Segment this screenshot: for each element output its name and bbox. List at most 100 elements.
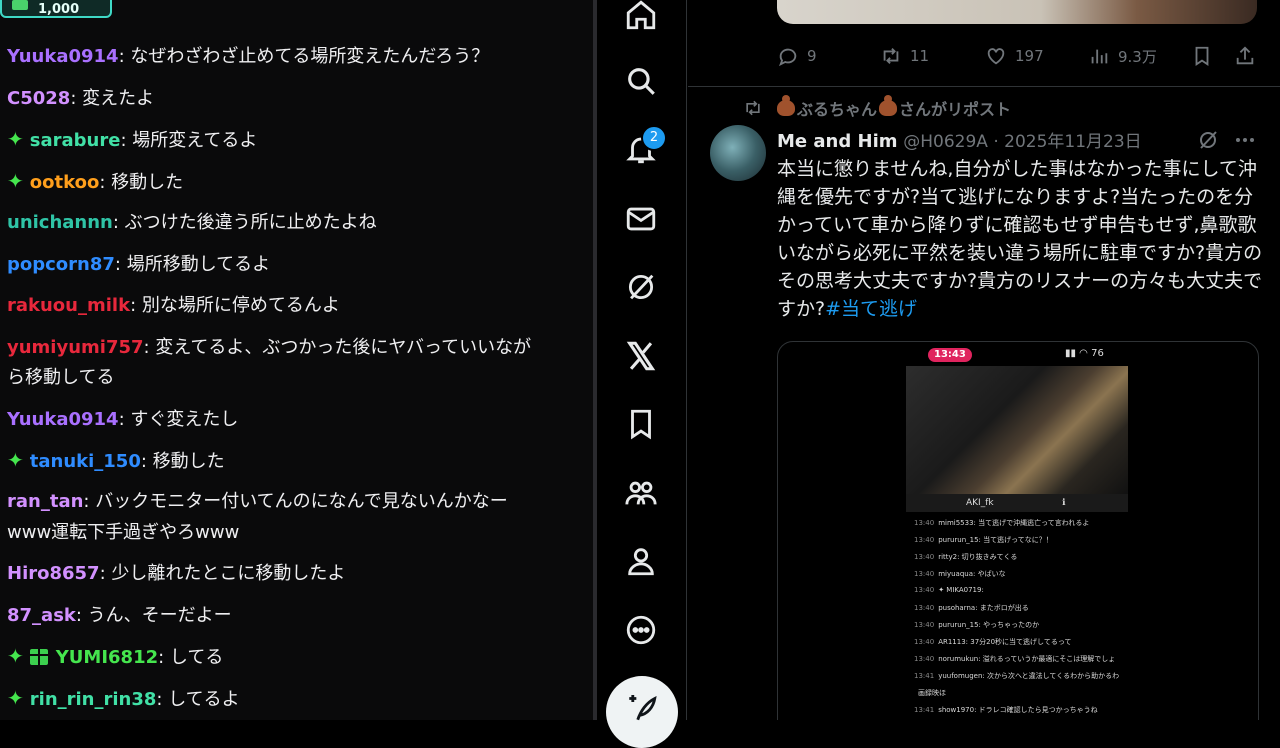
embedded-chat-time: 13:40	[914, 570, 935, 578]
chat-text: : すぐ変えたし	[118, 409, 239, 430]
feather-plus-icon	[629, 694, 657, 721]
repost-icon	[883, 48, 899, 64]
grok-icon	[1200, 131, 1217, 149]
mail-icon[interactable]	[620, 198, 662, 240]
chat-message: 87_ask: うん、そーだよー	[7, 600, 577, 631]
embedded-chat-text: show1970: ドラレコ確認したら見つかっちゃうね	[938, 706, 1098, 714]
embedded-chat-text: yuufomugen: 次から次へと違法してくるわから助かるわ	[938, 672, 1120, 680]
embedded-chat-time: 13:40	[914, 553, 935, 561]
post-media-screenshot[interactable]: 13:43 ▮▮ ◠ 76 AKI_fk ℹ 13:40 mimi5533: 当て…	[777, 341, 1259, 720]
chat-text: : 場所変えてるよ	[120, 130, 258, 151]
chat-username[interactable]: popcorn87	[7, 254, 115, 275]
embedded-chat-line: 13:41 yuufomugen: 次から次へと違法してくるわから助かるわ	[914, 671, 1119, 681]
profile-icon[interactable]	[620, 540, 662, 582]
chat-text: : ぶつけた後違う所に止めたよね	[112, 212, 377, 233]
reposter-name: ぶるちゃん	[797, 100, 878, 119]
embedded-chat-time: 13:40	[914, 536, 935, 544]
chat-text: : 変えたよ	[70, 88, 155, 109]
reposted-suffix: さんがリポスト	[899, 100, 1012, 119]
embedded-chat-line: 13:40 pusoharna: またボロが出る	[914, 603, 1029, 613]
chat-message: yumiyumi757: 変えてるよ、ぶつかった後にヤバっていいなが	[7, 332, 577, 363]
embedded-chat-time: 13:40	[914, 604, 935, 612]
chat-username[interactable]: rin_rin_rin38	[30, 689, 157, 710]
chat-message: ✦ sarabure: 場所変えてるよ	[7, 124, 577, 156]
chat-text: : うん、そーだよー	[75, 605, 232, 626]
chat-message: Hiro8657: 少し離れたとこに移動したよ	[7, 558, 577, 589]
sparkle-badge-icon: ✦	[7, 448, 24, 472]
points-value: 1,000	[38, 2, 80, 17]
bookmark-icon[interactable]	[620, 403, 662, 445]
chat-username[interactable]: C5028	[7, 88, 70, 109]
chat-text: : 別な場所に停めてるんよ	[130, 295, 340, 316]
share-button[interactable]	[1234, 40, 1264, 72]
chat-username[interactable]: ran_tan	[7, 491, 83, 512]
chat-username[interactable]: ootkoo	[30, 172, 100, 193]
chat-username[interactable]: 87_ask	[7, 605, 76, 626]
sparkle-badge-icon: ✦	[7, 644, 24, 668]
home-icon[interactable]	[620, 0, 662, 36]
poop-emoji-icon	[777, 95, 795, 116]
chat-username[interactable]: Hiro8657	[7, 563, 100, 584]
communities-icon[interactable]	[620, 472, 662, 514]
chat-text: : 場所移動してるよ	[114, 254, 271, 275]
chat-username[interactable]: unichannn	[7, 212, 113, 233]
author-name[interactable]: Me and Him	[777, 131, 898, 152]
like-count: 197	[1015, 47, 1044, 65]
embedded-chat-time: 13:40	[914, 519, 935, 527]
embedded-chat-text: mimi5533: 当て逃げで沖縄逃亡って言われるよ	[938, 519, 1090, 527]
stream-info-icon: ℹ	[1062, 498, 1066, 508]
embedded-chat-line: 13:40 pururun_15: やっちゃったのか	[914, 620, 1039, 630]
gift-badge-icon	[29, 649, 48, 665]
repost-count: 11	[910, 47, 930, 65]
repost-button[interactable]: 11	[880, 40, 929, 72]
embedded-chat-time: 13:40	[914, 655, 935, 663]
chat-username[interactable]: Yuuka0914	[7, 409, 119, 430]
chat-username[interactable]: yumiyumi757	[7, 337, 144, 358]
points-badge[interactable]: 1,000	[0, 0, 112, 18]
chat-message: ら移動してる	[7, 362, 577, 393]
embedded-chat-text: norumukun: 溢れるっていうか最適にそこは理解でしょ	[938, 655, 1116, 663]
chat-text: : 少し離れたとこに移動したよ	[99, 563, 346, 584]
chat-username[interactable]: YUMI6812	[56, 647, 158, 668]
chat-text: : なぜわざわざ止めてる場所変えたんだろう？	[118, 46, 490, 67]
reply-icon	[778, 48, 797, 67]
chat-message: ✦ ootkoo: 移動した	[7, 166, 577, 198]
chat-message: ran_tan: バックモニター付いてんのになんで見ないんかなー	[7, 486, 577, 517]
chat-username[interactable]: tanuki_150	[30, 451, 141, 472]
chat-username[interactable]: sarabure	[30, 130, 121, 151]
previous-post-image[interactable]	[777, 0, 1257, 24]
like-button[interactable]: 197	[985, 40, 1044, 72]
chat-message: Yuuka0914: すぐ変えたし	[7, 404, 577, 435]
embedded-chat-time: 13:40	[914, 638, 935, 646]
hashtag-link[interactable]: #当て逃げ	[825, 298, 917, 320]
grok-explain-button[interactable]	[1196, 128, 1220, 152]
timeline-feed: 9 11 197 9.3万 ぶるちゃん さんがリポスト Me and Him @…	[688, 0, 1280, 720]
reposted-by-line[interactable]: ぶるちゃん さんがリポスト	[743, 95, 1012, 120]
chat-username[interactable]: rakuou_milk	[7, 295, 130, 316]
grok-icon[interactable]	[620, 266, 662, 308]
compose-post-button[interactable]	[606, 676, 678, 748]
embedded-chat-line: 13:41 show1970: ドラレコ確認したら見つかっちゃうね	[914, 705, 1098, 715]
sparkle-badge-icon: ✦	[7, 127, 24, 151]
stream-info-bar: AKI_fk ℹ	[906, 494, 1128, 512]
author-avatar[interactable]	[710, 125, 766, 181]
chat-username[interactable]: Yuuka0914	[7, 46, 119, 67]
search-icon[interactable]	[620, 60, 662, 102]
phone-clock: 13:43	[928, 348, 972, 362]
author-handle-date[interactable]: @H0629A · 2025年11月23日	[903, 132, 1141, 152]
poop-emoji-icon	[879, 95, 898, 116]
live-chat-panel: 1,000 Yuuka0914: なぜわざわざ止めてる場所変えたんだろう？ C50…	[0, 0, 593, 720]
views-button[interactable]: 9.3万	[1088, 40, 1157, 72]
post-more-button[interactable]	[1233, 128, 1257, 152]
reply-button[interactable]: 9	[777, 40, 817, 72]
embedded-chat-time: 13:40	[914, 586, 935, 594]
bookmark-post-button[interactable]	[1191, 40, 1221, 72]
x-logo-icon[interactable]	[620, 335, 662, 377]
post-divider	[688, 86, 1280, 87]
embedded-chat-line: 13:40 ritty2: 切り抜きみてくる	[914, 552, 1017, 562]
more-icon[interactable]	[620, 609, 662, 651]
embedded-chat-text: AR1113: 37分20秒に当て逃げしてるって	[938, 638, 1072, 646]
gem-icon	[12, 0, 28, 10]
embedded-chat-text: pururun_15: 当て逃げってなに？！	[938, 536, 1053, 544]
chat-text: : してる	[158, 647, 224, 668]
